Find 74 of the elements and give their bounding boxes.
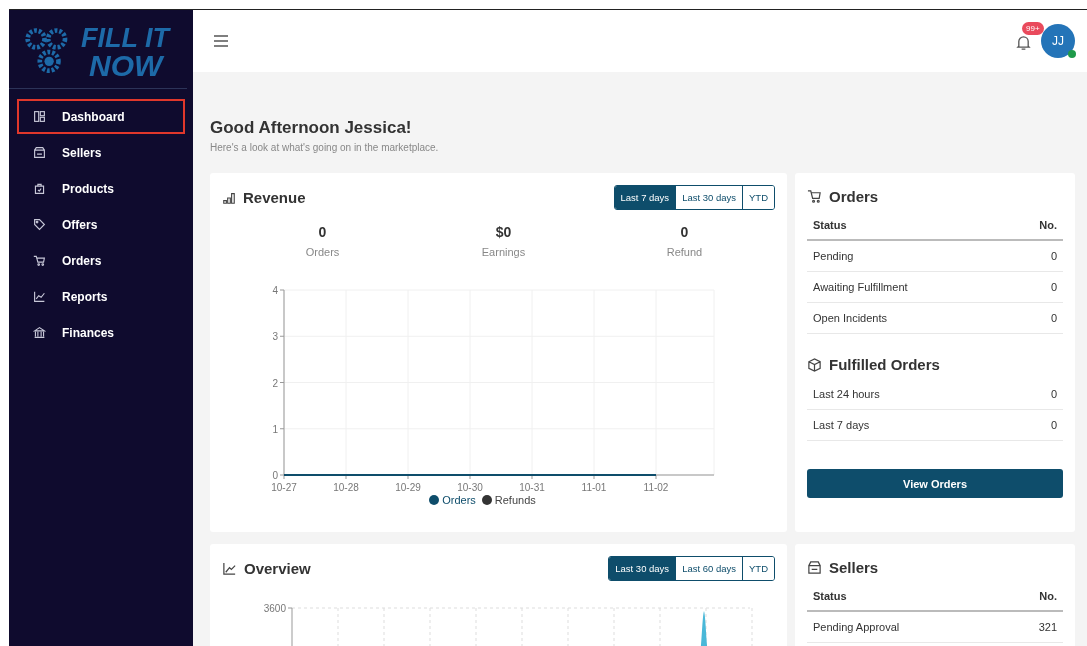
- axis-tick-label: 10-27: [271, 482, 297, 493]
- bar-chart-icon: [222, 190, 236, 205]
- range-tab[interactable]: YTD: [742, 557, 774, 580]
- greeting-subtitle: Here's a look at what's going on in the marketplace.: [210, 142, 440, 153]
- store-icon: [807, 560, 822, 575]
- table-cell: 321: [1038, 621, 1057, 633]
- greeting-title: Good Afternoon Jessica!: [210, 118, 413, 138]
- box-icon: [807, 357, 822, 372]
- column-header: No.: [1039, 590, 1057, 602]
- axis-tick-label: 10-28: [333, 482, 359, 493]
- stat-value: $0: [495, 224, 512, 240]
- axis-tick-label: 10-30: [457, 482, 483, 493]
- cart-icon: [33, 254, 46, 267]
- table-cell: Pending Approval: [813, 621, 900, 633]
- legend-label: Refunds: [494, 494, 536, 506]
- axis-tick-label: 3600: [263, 603, 286, 614]
- axis-tick-label: 10-31: [519, 482, 545, 493]
- table-cell: 0: [1050, 419, 1057, 431]
- table-cell: Open Incidents: [813, 312, 887, 324]
- legend-label: Orders: [442, 494, 476, 506]
- range-tab[interactable]: Last 30 days: [609, 557, 676, 580]
- stat-value: 0: [680, 224, 689, 240]
- table-cell: Pending: [813, 250, 854, 262]
- logo-text: FILL IT: [81, 24, 169, 52]
- sidebar-item[interactable]: Dashboard: [17, 99, 185, 134]
- table-cell: 0: [1050, 281, 1057, 293]
- table-cell: 0: [1050, 312, 1057, 324]
- table-cell: 0: [1050, 250, 1057, 262]
- table-cell: Last 24 hours: [813, 388, 880, 400]
- sidebar-item[interactable]: Finances: [17, 315, 185, 350]
- tag-icon: [33, 218, 46, 231]
- stat-label: Orders: [305, 246, 340, 258]
- table-cell: 0: [1050, 388, 1057, 400]
- layout-icon: [33, 110, 46, 123]
- chart-icon: [33, 290, 46, 303]
- sidebar-item[interactable]: Products: [17, 171, 185, 206]
- sidebar-item[interactable]: Reports: [17, 279, 185, 314]
- bank-icon: [33, 326, 46, 339]
- axis-tick-label: 2: [272, 377, 278, 389]
- card-title: Revenue: [243, 189, 306, 206]
- card-title: Fulfilled Orders: [829, 356, 940, 373]
- column-header: No.: [1039, 219, 1057, 231]
- axis-tick-label: 4: [272, 285, 278, 296]
- bag-icon: [33, 182, 46, 195]
- table-cell: Last 7 days: [813, 419, 870, 431]
- card-title: Orders: [829, 188, 879, 205]
- range-tab[interactable]: Last 7 days: [614, 186, 676, 209]
- avatar[interactable]: JJ: [1041, 24, 1075, 58]
- cart-icon: [807, 189, 822, 204]
- sidebar-item[interactable]: Offers: [17, 207, 185, 242]
- axis-tick-label: 3: [272, 331, 278, 343]
- axis-tick-label: 10-29: [395, 482, 421, 493]
- stat-label: Refund: [666, 246, 703, 258]
- sidebar-item[interactable]: Sellers: [17, 135, 185, 170]
- column-header: Status: [813, 590, 847, 602]
- bell-icon[interactable]: [1016, 33, 1031, 51]
- menu-icon[interactable]: [214, 35, 228, 47]
- table-cell: Awaiting Fulfillment: [813, 281, 908, 293]
- line-chart-icon: [222, 561, 237, 576]
- card-title: Overview: [244, 560, 311, 577]
- stat-label: Earnings: [481, 246, 526, 258]
- column-header: Status: [813, 219, 847, 231]
- notification-badge: 99+: [1022, 21, 1044, 35]
- sidebar-item[interactable]: Orders: [17, 243, 185, 278]
- card-title: Sellers: [829, 559, 879, 576]
- axis-tick-label: 0: [272, 470, 278, 481]
- logo-text: NOW: [88, 52, 166, 80]
- axis-tick-label: 11-02: [643, 482, 669, 493]
- axis-tick-label: 1: [272, 423, 278, 435]
- axis-tick-label: 11-01: [581, 482, 607, 493]
- range-tab[interactable]: YTD: [742, 186, 774, 209]
- stat-value: 0: [318, 224, 327, 240]
- view-orders-button[interactable]: View Orders: [807, 469, 1063, 498]
- store-icon: [33, 146, 46, 159]
